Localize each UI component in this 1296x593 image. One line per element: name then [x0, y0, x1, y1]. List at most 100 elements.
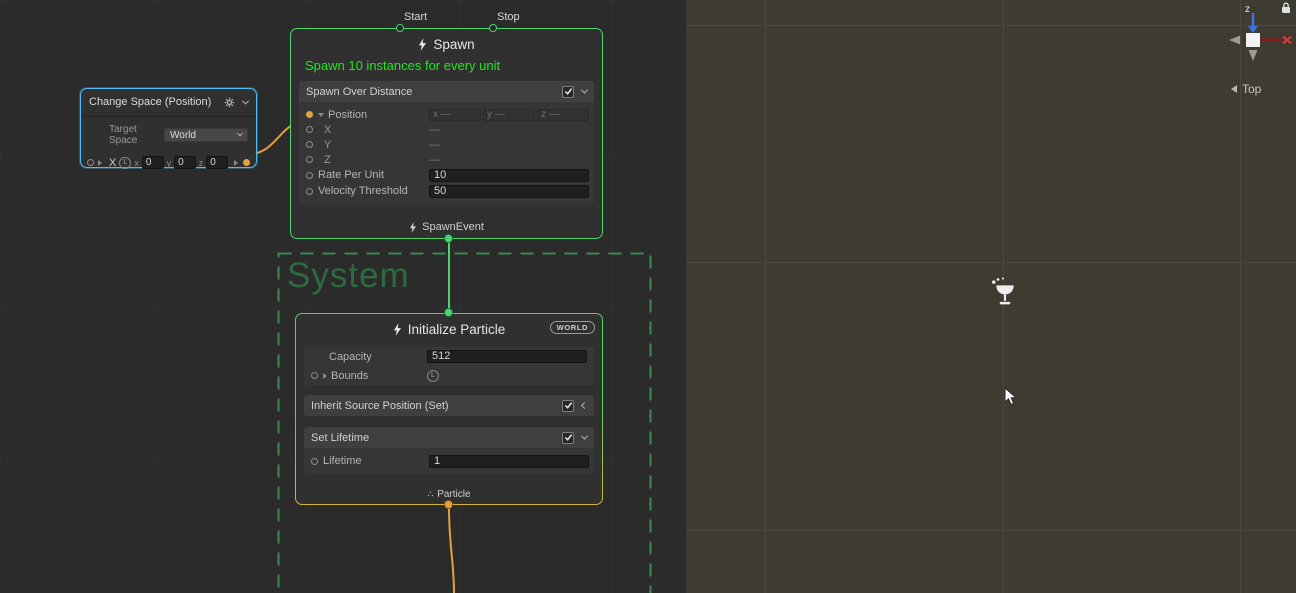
left-axis-cone[interactable]: [1229, 36, 1240, 45]
spawn-stop-port[interactable]: [489, 24, 497, 32]
spawnevent-output-port[interactable]: [444, 234, 453, 243]
position-x-row: X —: [306, 122, 589, 137]
y-label: Y: [324, 139, 331, 151]
position-z-row: Z —: [306, 152, 589, 167]
change-space-node[interactable]: Change Space (Position) Target Space Wor…: [80, 88, 257, 168]
bounds-input-port[interactable]: [311, 372, 318, 379]
bounds-label: Bounds: [331, 370, 368, 382]
position-input-port[interactable]: [306, 111, 313, 118]
mouse-cursor: [1004, 387, 1017, 406]
z-label: Z: [324, 154, 331, 166]
spawn-title-text: Spawn: [433, 37, 474, 52]
spawn-annotation-text[interactable]: Spawn 10 instances for every unit: [305, 58, 588, 73]
velocity-threshold-input[interactable]: 50: [429, 185, 589, 198]
start-flow-label: Start: [404, 11, 427, 23]
system-group-label[interactable]: System: [287, 256, 410, 296]
down-axis-cone[interactable]: [1249, 50, 1258, 61]
y-component-value: —: [495, 109, 505, 120]
block-enable-checkbox[interactable]: [562, 432, 574, 444]
lifetime-row: Lifetime 1: [311, 453, 589, 469]
spawn-over-distance-block: Spawn Over Distance Position x— y— z—: [299, 81, 594, 204]
check-icon: [564, 87, 573, 96]
gear-icon[interactable]: [224, 97, 235, 108]
rate-per-unit-port[interactable]: [306, 172, 313, 179]
axis-letter: z: [541, 109, 546, 120]
z-input-port[interactable]: [306, 156, 313, 163]
spawn-over-distance-body: Position x— y— z— X — Y: [299, 102, 594, 204]
scene-view[interactable]: z Top: [686, 0, 1296, 593]
z-axis-arrowhead[interactable]: [1248, 26, 1258, 33]
spawnevent-label: SpawnEvent: [422, 221, 484, 233]
particle-label: Particle: [437, 489, 470, 500]
space-toggle-icon[interactable]: L: [119, 157, 131, 169]
z-value-input[interactable]: 0: [206, 156, 228, 169]
target-space-dropdown[interactable]: World: [164, 128, 248, 142]
chevron-down-icon[interactable]: [581, 433, 588, 440]
initialize-settings-block: Capacity 512 Bounds L: [304, 347, 594, 385]
gizmo-center-cube[interactable]: [1246, 33, 1260, 47]
lifetime-label: Lifetime: [323, 455, 362, 467]
position-y-row: Y —: [306, 137, 589, 152]
axis-letter: x: [433, 109, 438, 120]
view-mode-text: Top: [1242, 82, 1261, 96]
x-input-port[interactable]: [87, 159, 94, 166]
world-space-badge[interactable]: WORLD: [550, 321, 595, 334]
set-lifetime-header[interactable]: Set Lifetime: [304, 427, 594, 448]
spawn-context-node[interactable]: Spawn Spawn 10 instances for every unit …: [290, 28, 603, 239]
capacity-label: Capacity: [329, 351, 372, 363]
velocity-threshold-port[interactable]: [306, 188, 313, 195]
spawn-output-flow: SpawnEvent: [291, 221, 602, 233]
foldout-closed-icon[interactable]: [323, 373, 327, 379]
lifetime-input[interactable]: 1: [429, 455, 589, 468]
spawn-start-port[interactable]: [396, 24, 404, 32]
triangle-left-icon: [1231, 85, 1237, 93]
foldout-open-icon[interactable]: [318, 113, 324, 117]
y-input-port[interactable]: [306, 141, 313, 148]
position-label: Position: [328, 109, 367, 121]
spawn-over-distance-header[interactable]: Spawn Over Distance: [299, 81, 594, 102]
particle-output-port[interactable]: [444, 500, 453, 509]
block-enable-checkbox[interactable]: [562, 86, 574, 98]
vfx-graph-canvas[interactable]: System Start Stop Spawn Spawn 10 instanc…: [0, 0, 686, 593]
stop-flow-label: Stop: [497, 11, 520, 23]
rate-per-unit-input[interactable]: 10: [429, 169, 589, 182]
x-component-field[interactable]: x—: [429, 109, 481, 121]
target-space-value: World: [170, 130, 196, 141]
y-value-input[interactable]: 0: [174, 156, 196, 169]
unity-vfx-editor: System Start Stop Spawn Spawn 10 instanc…: [0, 0, 1296, 593]
inherit-source-position-block: Inherit Source Position (Set): [304, 395, 594, 416]
position-vector3-value: x— y— z—: [429, 109, 589, 121]
lifetime-input-port[interactable]: [311, 458, 318, 465]
chevron-down-icon: [237, 131, 243, 137]
z-component-field[interactable]: z—: [537, 109, 589, 121]
wire-particle-output[interactable]: [449, 508, 454, 593]
z-value: —: [429, 154, 440, 166]
x-input-port[interactable]: [306, 126, 313, 133]
capacity-input[interactable]: 512: [427, 350, 587, 363]
z-component-value: —: [549, 109, 559, 120]
inherit-source-position-header[interactable]: Inherit Source Position (Set): [304, 395, 594, 416]
grid-line: [765, 0, 766, 593]
grid-line: [686, 530, 1296, 531]
chevron-down-icon[interactable]: [242, 97, 249, 104]
lock-icon[interactable]: [1282, 7, 1290, 13]
y-value: —: [429, 139, 440, 151]
chevron-down-icon[interactable]: [581, 87, 588, 94]
block-enable-checkbox[interactable]: [562, 400, 574, 412]
chevron-left-icon[interactable]: [581, 402, 588, 409]
change-space-output-port[interactable]: [243, 159, 250, 166]
lightning-bolt-icon: [393, 323, 402, 336]
vfx-object-gizmo-icon[interactable]: [989, 276, 1021, 308]
foldout-closed-icon[interactable]: [98, 160, 102, 166]
rate-per-unit-label: Rate Per Unit: [318, 169, 384, 181]
initialize-input-port[interactable]: [444, 308, 453, 317]
view-mode-label[interactable]: Top: [1231, 82, 1261, 96]
change-space-title: Change Space (Position): [89, 96, 224, 108]
space-toggle-icon[interactable]: L: [427, 370, 439, 382]
lock-icon: [1284, 3, 1288, 7]
spawn-node-header: Spawn: [291, 29, 602, 52]
bounds-row: Bounds L: [304, 366, 594, 385]
y-component-field[interactable]: y—: [483, 109, 535, 121]
initialize-particle-node[interactable]: Initialize Particle WORLD Capacity 512 B…: [295, 313, 603, 505]
x-value-input[interactable]: 0: [142, 156, 164, 169]
